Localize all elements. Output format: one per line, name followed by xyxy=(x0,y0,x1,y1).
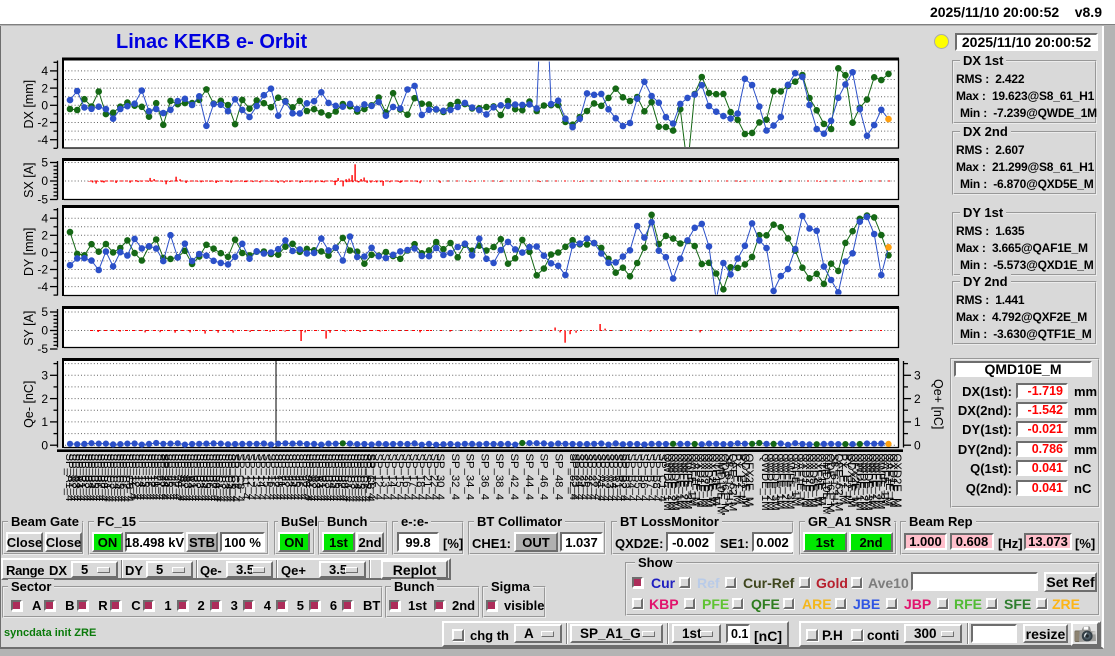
svg-text:SP_32_4: SP_32_4 xyxy=(449,454,461,500)
svg-text:QXD2E_M: QXD2E_M xyxy=(891,454,903,508)
svg-text:SP_38_4: SP_38_4 xyxy=(493,454,505,500)
svg-text:2: 2 xyxy=(41,81,48,95)
svg-text:0: 0 xyxy=(41,174,48,188)
svg-text:3: 3 xyxy=(914,369,921,383)
svg-text:SP_36_4: SP_36_4 xyxy=(478,454,490,500)
svg-text:QFX2E_M: QFX2E_M xyxy=(743,454,755,507)
svg-text:SP_44_4: SP_44_4 xyxy=(523,454,535,500)
svg-text:SP_30_4: SP_30_4 xyxy=(434,454,446,500)
svg-text:0: 0 xyxy=(41,438,48,452)
svg-text:SP_46_4: SP_46_4 xyxy=(538,454,550,500)
svg-text:2: 2 xyxy=(41,392,48,406)
svg-text:-4: -4 xyxy=(37,133,48,147)
svg-text:DX [mm]: DX [mm] xyxy=(22,80,36,129)
svg-text:1: 1 xyxy=(914,415,921,429)
svg-text:4: 4 xyxy=(41,64,48,78)
svg-text:2: 2 xyxy=(914,392,921,406)
svg-text:Qe- [nC]: Qe- [nC] xyxy=(22,381,36,428)
svg-text:1: 1 xyxy=(41,415,48,429)
svg-text:SP_34_4: SP_34_4 xyxy=(464,454,476,500)
svg-text:-2: -2 xyxy=(37,263,48,277)
svg-text:-5: -5 xyxy=(37,342,48,356)
svg-text:0: 0 xyxy=(914,438,921,452)
svg-text:5: 5 xyxy=(41,156,48,170)
svg-text:4: 4 xyxy=(41,211,48,225)
svg-text:3: 3 xyxy=(41,369,48,383)
svg-text:DY [mm]: DY [mm] xyxy=(22,228,36,276)
svg-text:SX [A]: SX [A] xyxy=(22,162,36,197)
svg-text:-2: -2 xyxy=(37,116,48,130)
svg-text:0: 0 xyxy=(41,324,48,338)
svg-text:0: 0 xyxy=(41,99,48,113)
svg-text:SP_42_4: SP_42_4 xyxy=(508,454,520,500)
svg-text:0: 0 xyxy=(41,246,48,260)
svg-text:SP_48_4: SP_48_4 xyxy=(552,454,564,500)
svg-text:2: 2 xyxy=(41,229,48,243)
svg-text:-5: -5 xyxy=(37,193,48,207)
svg-text:5: 5 xyxy=(41,305,48,319)
svg-text:SY [A]: SY [A] xyxy=(22,311,36,346)
svg-text:-4: -4 xyxy=(37,280,48,294)
